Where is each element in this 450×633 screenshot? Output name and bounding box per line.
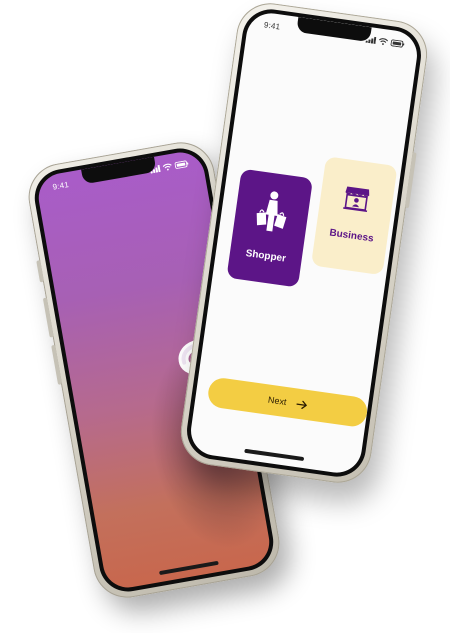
signal-icon (150, 164, 161, 174)
status-icons (149, 159, 189, 174)
notch (81, 156, 157, 185)
battery-icon (390, 38, 405, 48)
storefront-icon (343, 186, 370, 213)
mockup-stage: 9:41 9:41 Shopper Business Next (0, 0, 450, 633)
home-indicator (244, 448, 305, 462)
shopper-option-label: Shopper (244, 248, 287, 265)
role-select-screen: 9:41 Shopper Business Next (187, 10, 421, 476)
shopper-bags-icon (256, 191, 287, 232)
phone-bezel: 9:41 Shopper Business Next (183, 5, 425, 481)
mute-switch (36, 260, 45, 283)
wifi-icon (162, 163, 172, 170)
role-phone: 9:41 Shopper Business Next (176, 0, 432, 488)
status-time: 9:41 (263, 20, 281, 32)
next-button[interactable]: Next (206, 376, 369, 429)
power-button (404, 152, 417, 209)
arrow-right-icon (296, 400, 307, 409)
next-button-label: Next (267, 394, 288, 408)
business-option-card[interactable]: Business (310, 156, 398, 276)
signal-icon (365, 36, 377, 44)
notch (296, 17, 372, 43)
battery-icon (174, 160, 189, 169)
business-option-label: Business (328, 227, 375, 245)
home-indicator (159, 560, 219, 576)
status-icons (365, 35, 405, 48)
status-time: 9:41 (51, 180, 70, 192)
shopper-option-card[interactable]: Shopper (226, 168, 314, 288)
wifi-icon (379, 37, 389, 45)
